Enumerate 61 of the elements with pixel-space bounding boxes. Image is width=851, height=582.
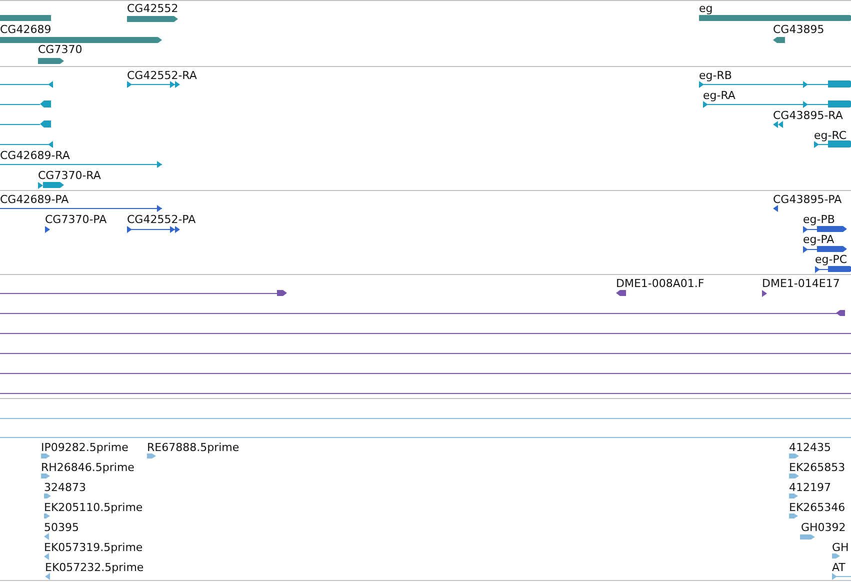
feature-drawing[interactable] bbox=[0, 120, 51, 128]
feature-label: CG43895 bbox=[773, 23, 824, 36]
feature-label: GH0392 bbox=[801, 521, 846, 534]
feature-label: IP09282.5prime bbox=[41, 441, 128, 454]
feature-label: DME1-014E17 bbox=[762, 277, 840, 290]
feature-drawing[interactable] bbox=[0, 290, 287, 296]
feature-drawing[interactable] bbox=[702, 100, 851, 108]
feature-drawing[interactable] bbox=[814, 140, 851, 148]
feature-drawing[interactable] bbox=[773, 205, 778, 212]
feature-label: DME1-008A01.F bbox=[616, 277, 704, 290]
feature-label: eg-PB bbox=[803, 213, 835, 226]
feature-drawing[interactable] bbox=[0, 81, 54, 88]
feature-label: CG7370-RA bbox=[38, 169, 101, 182]
feature-label: 324873 bbox=[44, 481, 86, 494]
feature-label: EK265346 bbox=[789, 501, 846, 514]
feature-drawing[interactable] bbox=[616, 290, 626, 296]
feature-drawing[interactable] bbox=[0, 141, 54, 148]
feature-label: eg-PC bbox=[815, 253, 848, 266]
feature-label: CG42552 bbox=[127, 2, 178, 15]
feature-drawing[interactable] bbox=[0, 310, 845, 316]
feature-label: eg-RB bbox=[699, 69, 732, 82]
feature-label: CG42552-RA bbox=[127, 69, 197, 82]
feature-drawing[interactable] bbox=[126, 226, 180, 233]
feature-drawing[interactable] bbox=[773, 37, 785, 43]
feature-drawing[interactable] bbox=[127, 16, 178, 22]
feature-drawing[interactable] bbox=[0, 161, 162, 168]
feature-label: CG43895-RA bbox=[773, 109, 843, 122]
feature-label: 412197 bbox=[789, 481, 831, 494]
feature-label: 412435 bbox=[789, 441, 831, 454]
feature-label: CG7370-PA bbox=[45, 213, 107, 226]
feature-drawing[interactable] bbox=[814, 266, 851, 273]
feature-label: EK205110.5prime bbox=[44, 501, 143, 514]
feature-drawing[interactable] bbox=[38, 58, 64, 64]
feature-label: eg-RA bbox=[703, 89, 736, 102]
feature-label: CG42689-RA bbox=[0, 149, 70, 162]
feature-drawing[interactable] bbox=[762, 290, 767, 297]
feature-label: EK057319.5prime bbox=[44, 541, 143, 554]
feature-label: AT bbox=[832, 561, 846, 574]
feature-label: CG7370 bbox=[38, 43, 82, 56]
feature-label: RH26846.5prime bbox=[41, 461, 134, 474]
feature-label: CG42689-PA bbox=[0, 193, 69, 206]
feature-label: EK057232.5prime bbox=[45, 561, 144, 574]
feature-drawing[interactable] bbox=[126, 81, 180, 88]
feature-label: 50395 bbox=[44, 521, 79, 534]
feature-drawing[interactable] bbox=[802, 226, 847, 233]
feature-label: CG42552-PA bbox=[127, 213, 196, 226]
feature-drawing[interactable] bbox=[802, 246, 847, 253]
feature-label: RE67888.5prime bbox=[147, 441, 240, 454]
feature-label: CG42689 bbox=[0, 23, 52, 36]
feature-drawing[interactable] bbox=[698, 80, 851, 88]
feature-drawing[interactable] bbox=[0, 205, 162, 212]
feature-drawing[interactable] bbox=[0, 100, 51, 108]
feature-label: eg bbox=[699, 2, 713, 15]
feature-label: GH bbox=[832, 541, 849, 554]
feature-drawing[interactable] bbox=[38, 182, 64, 189]
feature-label: eg-RC bbox=[814, 129, 846, 142]
feature-label: eg-PA bbox=[803, 233, 834, 246]
feature-drawing[interactable] bbox=[773, 121, 783, 128]
feature-drawing[interactable] bbox=[45, 226, 50, 233]
feature-label: EK265853 bbox=[789, 461, 846, 474]
feature-label: CG43895-PA bbox=[773, 193, 842, 206]
